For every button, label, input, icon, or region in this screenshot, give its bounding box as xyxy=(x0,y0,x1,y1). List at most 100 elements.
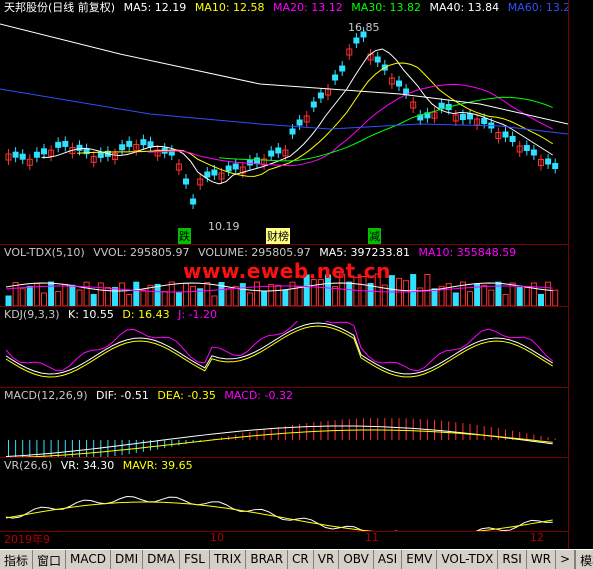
kdj-k-value: K: 10.55 xyxy=(68,308,114,321)
volume-bar xyxy=(154,283,161,306)
tab-macd[interactable]: MACD xyxy=(66,550,112,569)
candle-body xyxy=(140,139,147,146)
candle-body xyxy=(289,128,296,135)
high-price-label: 16.85 xyxy=(348,21,380,34)
volume-bar xyxy=(76,289,83,306)
pane-divider xyxy=(0,531,568,532)
macd-chart[interactable] xyxy=(0,402,568,457)
candle-body xyxy=(552,163,559,169)
volume-bar xyxy=(481,284,488,306)
volume-bar xyxy=(69,284,76,306)
right-price-axis xyxy=(568,0,593,549)
candle-body xyxy=(275,147,282,154)
ma40-line xyxy=(0,23,568,125)
candle-body xyxy=(19,153,26,160)
volume-header: VOL-TDX(5,10) VVOL: 295805.97 VOLUME: 29… xyxy=(4,246,521,259)
volume-bar xyxy=(232,285,239,306)
candle-body xyxy=(183,178,189,185)
candle-body xyxy=(62,140,69,147)
volume-bar xyxy=(282,289,289,306)
vvol-value: VVOL: 295805.97 xyxy=(93,246,190,259)
watermark-text: www.eweb.net.cn xyxy=(183,259,391,283)
ma60-value: MA60: 13.2 xyxy=(507,1,571,14)
indicator-tab-bar: 指标 窗口 MACD DMI DMA FSL TRIX BRAR CR VR O… xyxy=(0,549,593,569)
candle-body xyxy=(190,198,197,205)
tab-vol-tdx[interactable]: VOL-TDX xyxy=(437,550,499,569)
volume-bar xyxy=(204,282,211,306)
tab-brar[interactable]: BRAR xyxy=(246,550,289,569)
event-mark-drop[interactable]: 跌 xyxy=(178,228,191,244)
event-mark-reduce[interactable]: 减 xyxy=(368,228,381,244)
candle-body xyxy=(225,165,232,172)
volume-bar xyxy=(261,291,268,306)
kdj-header: KDJ(9,3,3) K: 10.55 D: 16.43 J: -1.20 xyxy=(4,308,222,321)
vr-indicator-name: VR(26,6) xyxy=(4,459,53,472)
volume-bar xyxy=(523,287,530,306)
tab-window[interactable]: 窗口 xyxy=(33,550,67,569)
volume-bar xyxy=(502,294,509,306)
candle-body xyxy=(509,136,516,142)
tab-emv[interactable]: EMV xyxy=(402,550,438,569)
candle-body xyxy=(317,92,324,99)
volume-bar xyxy=(183,283,189,306)
ma20-value: MA20: 13.12 xyxy=(273,1,343,14)
kdj-chart[interactable] xyxy=(0,321,568,387)
tab-wr[interactable]: WR xyxy=(527,550,557,569)
candle-body xyxy=(481,118,488,124)
tab-obv[interactable]: OBV xyxy=(339,550,374,569)
macd-pane[interactable]: MACD(12,26,9) DIF: -0.51 DEA: -0.35 MACD… xyxy=(0,388,568,457)
volume-bar xyxy=(296,286,303,306)
volume-bar xyxy=(126,293,133,306)
candle-body xyxy=(459,114,466,121)
candle-body xyxy=(119,144,126,151)
chart-mode: (日线 前复权) xyxy=(48,1,116,14)
candle-body xyxy=(310,101,317,108)
kdj-indicator-name: KDJ(9,3,3) xyxy=(4,308,60,321)
ma5-line xyxy=(41,48,553,185)
tab-cr[interactable]: CR xyxy=(288,550,314,569)
ma5-value: MA5: 12.19 xyxy=(123,1,187,14)
candle-body xyxy=(467,113,473,120)
volume-bar xyxy=(97,282,104,306)
volume-bar xyxy=(516,287,523,306)
tab-asi[interactable]: ASI xyxy=(374,550,403,569)
price-chart[interactable] xyxy=(0,14,568,244)
macd-dif-value: DIF: -0.51 xyxy=(96,389,149,402)
candle-body xyxy=(339,65,346,72)
volume-bar xyxy=(90,293,97,306)
kdj-j-value: J: -1.20 xyxy=(178,308,218,321)
candle-body xyxy=(41,148,47,155)
volume-bar xyxy=(225,288,232,306)
tab-indicator[interactable]: 指标 xyxy=(0,550,34,569)
volume-bar xyxy=(538,293,544,306)
tab-rsi[interactable]: RSI xyxy=(498,550,527,569)
kdj-pane[interactable]: KDJ(9,3,3) K: 10.55 D: 16.43 J: -1.20 xyxy=(0,307,568,387)
tab-template[interactable]: 模板 xyxy=(575,550,593,569)
vr-chart[interactable] xyxy=(0,472,568,531)
candle-body xyxy=(545,158,552,165)
volume-bar xyxy=(119,282,126,306)
event-mark-report[interactable]: 财榜 xyxy=(266,228,290,244)
tab-vr[interactable]: VR xyxy=(314,550,340,569)
volume-bar xyxy=(62,283,69,306)
volume-bar xyxy=(332,285,339,306)
vr-pane[interactable]: VR(26,6) VR: 34.30 MAVR: 39.65 xyxy=(0,458,568,531)
candle-body xyxy=(438,102,445,109)
candle-body xyxy=(296,119,303,126)
macd-macd-value: MACD: -0.32 xyxy=(224,389,293,402)
tab-dma[interactable]: DMA xyxy=(143,550,180,569)
tab-trix[interactable]: TRIX xyxy=(210,550,247,569)
tab-more-arrow[interactable]: > xyxy=(556,550,576,569)
volume-bar xyxy=(5,295,12,306)
volume-bar xyxy=(552,289,559,306)
tab-dmi[interactable]: DMI xyxy=(111,550,144,569)
ma60-line xyxy=(0,88,568,135)
macd-dif-line xyxy=(5,425,553,457)
volume-bar xyxy=(26,285,33,306)
candle-body xyxy=(374,56,381,63)
date-label-sep: 2019年9 xyxy=(4,533,50,546)
volume-bar xyxy=(431,288,438,306)
tab-fsl[interactable]: FSL xyxy=(180,550,210,569)
volume-bar xyxy=(452,292,459,306)
price-pane[interactable]: 天邦股份(日线 前复权) MA5: 12.19 MA10: 12.58 MA20… xyxy=(0,0,571,244)
